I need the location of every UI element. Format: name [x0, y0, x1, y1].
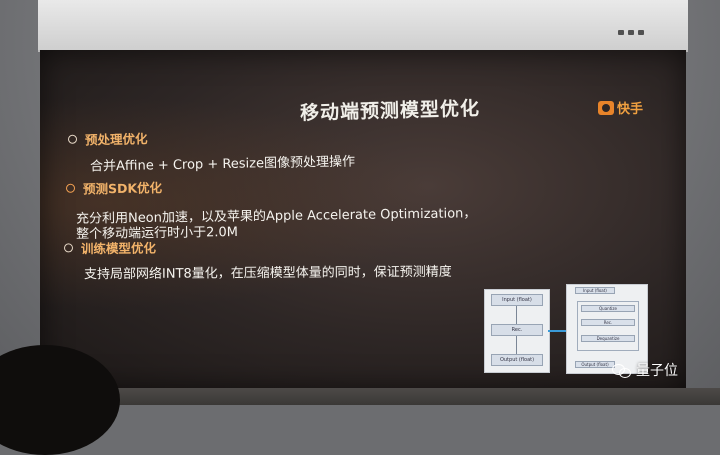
brand-logo: 快手	[598, 98, 643, 117]
screen-control-button	[638, 30, 644, 35]
watermark: 量子位	[612, 360, 678, 380]
brand-name: 快手	[617, 102, 644, 117]
section-body-line: 支持局部网络INT8量化，在压缩模型体量的同时，保证预测精度	[83, 264, 452, 283]
slide-title: 移动端预测模型优化	[299, 97, 481, 125]
diagram-node: Input (float)	[491, 294, 543, 306]
float-model-diagram: Input (float) Rec. Output (float)	[484, 289, 550, 373]
section-heading-text: 预处理优化	[84, 131, 148, 148]
section-heading-preprocessing: 预处理优化	[67, 128, 148, 149]
wechat-icon	[612, 363, 631, 378]
bullet-circle-icon	[67, 134, 78, 144]
bullet-circle-icon	[63, 243, 74, 253]
diagram-node: Rec.	[491, 324, 543, 336]
diagram-node: Quantize	[581, 305, 635, 312]
projector-screen-housing	[38, 0, 688, 52]
screen-control-button	[628, 30, 634, 35]
diagram-node: Output (float)	[575, 361, 615, 368]
screen-control-button	[618, 30, 624, 35]
section-heading-text: 训练模型优化	[80, 240, 157, 257]
diagram-node: Dequantize	[581, 335, 635, 342]
bullet-circle-icon	[65, 183, 76, 193]
diagram-node: Input (float)	[575, 287, 615, 294]
diagram-node: Rec.	[581, 319, 635, 326]
diagram-node: Output (float)	[491, 354, 543, 366]
diagram-edge	[516, 306, 517, 324]
section-heading-text: 预测SDK优化	[82, 180, 163, 197]
watermark-text: 量子位	[636, 363, 678, 379]
section-heading-sdk: 预测SDK优化	[65, 177, 163, 198]
transform-arrow-icon	[548, 327, 572, 335]
diagram-edge	[516, 336, 517, 354]
kuaishou-logo-icon	[598, 100, 614, 115]
section-heading-training: 训练模型优化	[63, 238, 157, 258]
